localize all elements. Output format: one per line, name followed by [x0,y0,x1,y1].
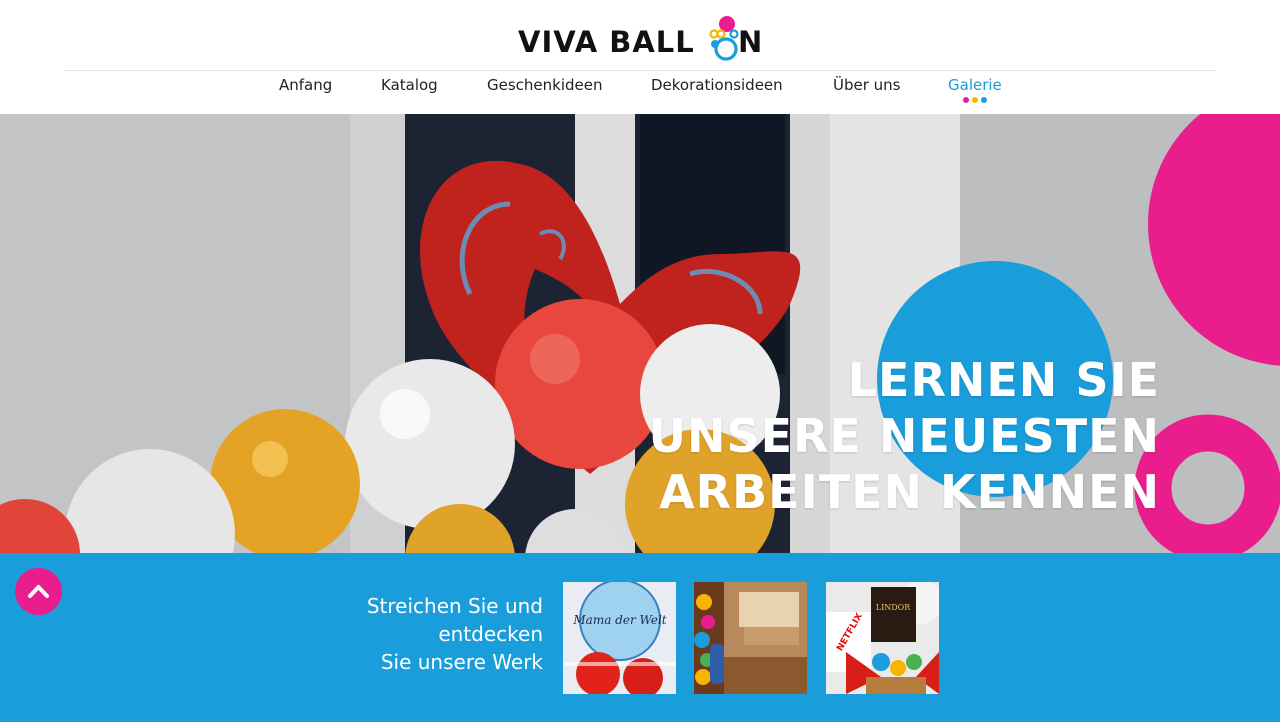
hero-title-line: ARBEITEN KENNEN [659,465,1160,519]
nav-item-galerie[interactable]: Galerie [948,76,1002,94]
nav-item-dekorationsideen[interactable]: Dekorationsideen [651,76,783,94]
gallery-band-text: Streichen Sie und entdecken Sie unsere W… [367,592,543,676]
hero-banner: LERNEN SIE UNSERE NEUESTEN ARBEITEN KENN… [0,114,1280,553]
gallery-band-text-line: entdecken [438,622,543,646]
main-nav: Anfang Katalog Geschenkideen Dekorations… [0,76,1280,106]
active-nav-indicator [963,97,989,104]
thumbnail-caption: Mama der Welt [572,613,666,627]
logo-text: VIVA BALL [518,25,695,59]
hero-title-line: UNSERE NEUESTEN [648,409,1160,463]
hero-title-line: LERNEN SIE [847,353,1160,407]
gallery-thumbnail-image [694,582,807,694]
gallery-band-text-line: Sie unsere Werk [380,650,543,674]
site-header: VIVA BALL N Anfang Katalog Geschenkideen… [0,0,1280,114]
chevron-up-icon [28,585,49,598]
logo-text-end: N [738,25,763,59]
gallery-thumbnail-2[interactable] [694,582,807,694]
scroll-to-top-button[interactable] [15,568,62,615]
nav-item-ueber-uns[interactable]: Über uns [833,76,901,94]
nav-item-geschenkideen[interactable]: Geschenkideen [487,76,603,94]
logo[interactable]: VIVA BALL N [518,14,768,66]
header-divider [64,70,1216,71]
gallery-thumbnail-3[interactable]: NETFLIX LINDOR [826,582,939,694]
logo-balloon-o-icon [709,16,739,61]
gallery-thumbnail-image: Mama der Welt [563,582,676,694]
gallery-band-text-line: Streichen Sie und [366,594,543,618]
hero-title: LERNEN SIE UNSERE NEUESTEN ARBEITEN KENN… [649,352,1160,520]
gallery-thumbnail-image: NETFLIX LINDOR [826,582,939,694]
thumbnail-lindor-label: LINDOR [876,603,911,612]
gallery-thumbnail-1[interactable]: Mama der Welt [563,582,676,694]
nav-item-katalog[interactable]: Katalog [381,76,438,94]
nav-item-anfang[interactable]: Anfang [279,76,332,94]
